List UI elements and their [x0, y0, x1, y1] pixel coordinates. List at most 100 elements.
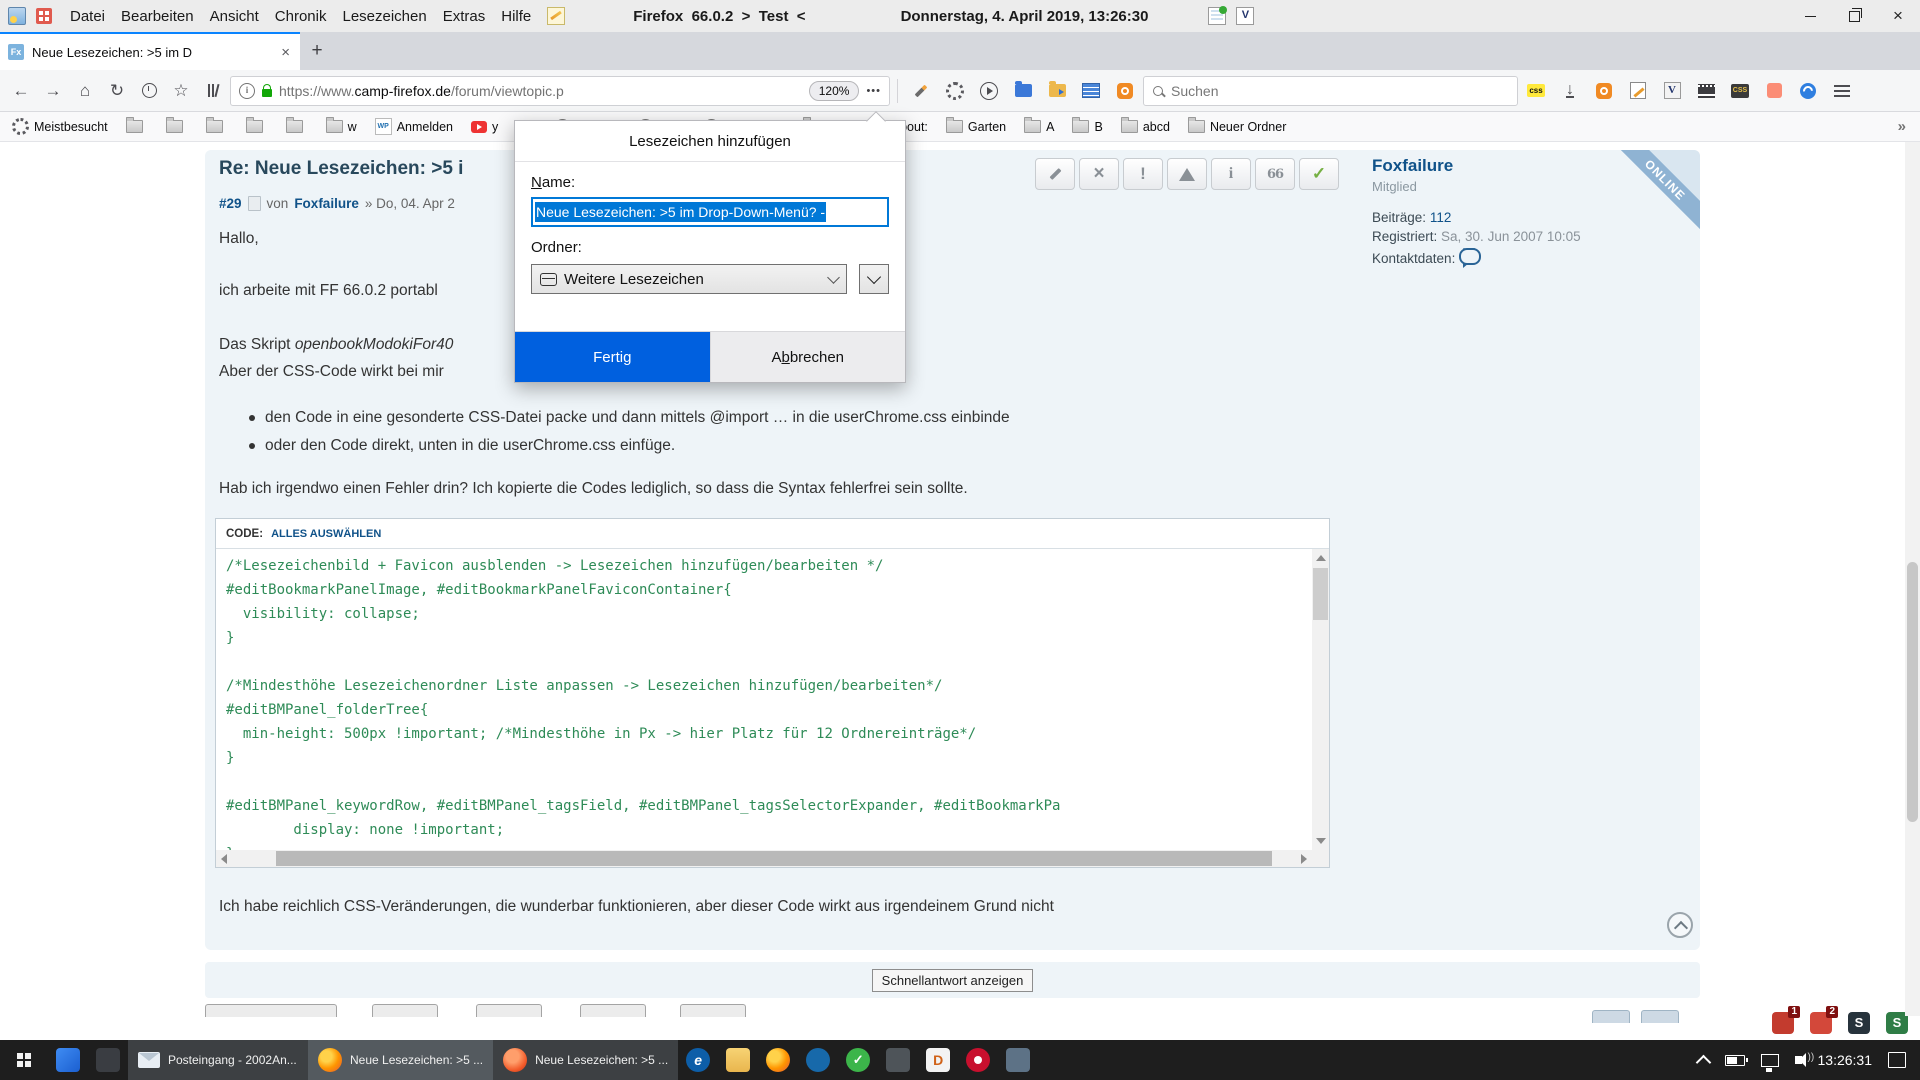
bookmarks-overflow-icon[interactable]: »: [1898, 118, 1906, 135]
bookmark-star-icon[interactable]: ☆: [166, 76, 196, 106]
url-bar[interactable]: i https://www.camp-firefox.de/forum/view…: [230, 76, 890, 106]
post-action-icon[interactable]: [1167, 158, 1207, 190]
network-icon[interactable]: [1761, 1054, 1779, 1067]
post-action-icon[interactable]: [1123, 158, 1163, 190]
home-icon[interactable]: ⌂: [70, 76, 100, 106]
menu-item[interactable]: Chronik: [267, 8, 335, 25]
cut-off-button[interactable]: [372, 1004, 438, 1017]
bookmark-item[interactable]: B: [1072, 120, 1102, 134]
taskbar-app-icon[interactable]: [998, 1040, 1038, 1080]
post-number-link[interactable]: #29: [219, 196, 242, 211]
taskbar-task-button[interactable]: Neue Lesezeichen: >5 ...: [493, 1040, 678, 1080]
cut-off-button[interactable]: [205, 1004, 337, 1017]
battery-icon[interactable]: [1725, 1055, 1745, 1066]
bookmark-item[interactable]: A: [1024, 120, 1054, 134]
script-addon-icon[interactable]: S: [1848, 1012, 1870, 1034]
taskbar-app-icon[interactable]: [48, 1040, 88, 1080]
bookmark-item[interactable]: [126, 120, 148, 133]
page-scrollbar[interactable]: [1905, 142, 1920, 1016]
code-horizontal-scrollbar[interactable]: [216, 850, 1312, 867]
restore-button[interactable]: [1832, 0, 1876, 32]
window-grid-icon[interactable]: [1075, 76, 1107, 106]
bookmark-item[interactable]: y: [471, 120, 498, 134]
play-circle-icon[interactable]: [973, 76, 1005, 106]
cut-off-button[interactable]: [680, 1004, 746, 1017]
post-action-icon[interactable]: [1079, 158, 1119, 190]
taskbar-app-icon[interactable]: [958, 1040, 998, 1080]
bookmark-item[interactable]: [286, 120, 308, 133]
history-icon[interactable]: [134, 76, 164, 106]
scrollbar-thumb[interactable]: [1313, 568, 1328, 620]
edit-note-icon[interactable]: [1622, 76, 1654, 106]
post-author-link[interactable]: Foxfailure: [294, 196, 359, 211]
cut-off-button[interactable]: [1641, 1010, 1679, 1023]
cut-off-button[interactable]: [1592, 1010, 1630, 1023]
active-tab[interactable]: Fx Neue Lesezeichen: >5 im D ×: [0, 32, 300, 70]
bookmark-item[interactable]: [166, 120, 188, 133]
page-info-icon[interactable]: i: [239, 83, 255, 99]
css-yellow-icon[interactable]: css: [1520, 76, 1552, 106]
taskbar-app-icon[interactable]: [758, 1040, 798, 1080]
v-addon-icon[interactable]: V: [1656, 76, 1688, 106]
v-icon[interactable]: V: [1236, 7, 1254, 25]
taskbar-app-icon[interactable]: [838, 1040, 878, 1080]
contact-message-icon[interactable]: [1459, 248, 1481, 265]
menu-hamburger-icon[interactable]: [1826, 76, 1858, 106]
back-icon[interactable]: ←: [6, 76, 36, 106]
forward-icon[interactable]: →: [38, 76, 68, 106]
adblock-icon[interactable]: 1: [1772, 1012, 1794, 1034]
taskbar-app-icon[interactable]: [918, 1040, 958, 1080]
post-action-icon[interactable]: [1211, 158, 1251, 190]
menu-item[interactable]: Bearbeiten: [113, 8, 202, 25]
taskbar-app-icon[interactable]: [718, 1040, 758, 1080]
notification-center-icon[interactable]: [1888, 1052, 1906, 1068]
table-check-icon[interactable]: [1208, 7, 1226, 25]
note-icon[interactable]: [1758, 76, 1790, 106]
blue-folder-icon[interactable]: [1007, 76, 1039, 106]
library-icon[interactable]: [198, 76, 228, 106]
shared-folder-icon[interactable]: [1041, 76, 1073, 106]
post-action-icon[interactable]: [1035, 158, 1075, 190]
menu-item[interactable]: Lesezeichen: [334, 8, 434, 25]
scrollbar-thumb[interactable]: [1907, 562, 1918, 822]
post-action-icon[interactable]: [1255, 158, 1295, 190]
speaker-icon[interactable]: [1795, 1056, 1802, 1064]
posts-count-link[interactable]: 112: [1430, 210, 1452, 225]
quick-reply-button[interactable]: Schnellantwort anzeigen: [872, 969, 1034, 992]
scroll-to-top-button[interactable]: [1667, 912, 1693, 938]
bookmark-item[interactable]: w: [326, 120, 357, 134]
new-tab-button[interactable]: +: [300, 32, 334, 70]
menu-item[interactable]: Datei: [62, 8, 113, 25]
start-button[interactable]: [0, 1040, 48, 1080]
bookmark-item[interactable]: Anmelden: [375, 118, 453, 135]
bookmark-name-input[interactable]: Neue Lesezeichen: >5 im Drop-Down-Menü? …: [531, 197, 889, 227]
select-all-link[interactable]: ALLES AUSWÄHLEN: [271, 528, 381, 540]
swirl-icon[interactable]: [1792, 76, 1824, 106]
scrollbar-thumb[interactable]: [276, 851, 1272, 866]
done-button[interactable]: Fertig: [515, 332, 710, 382]
download-icon[interactable]: ↓: [1554, 76, 1586, 106]
bookmark-item[interactable]: Garten: [946, 120, 1006, 134]
taskbar-clock[interactable]: 13:26:31: [1818, 1052, 1873, 1068]
code-content[interactable]: /*Lesezeichenbild + Favicon ausblenden -…: [216, 549, 1312, 850]
orange-search-icon[interactable]: [1588, 76, 1620, 106]
bookmark-item[interactable]: [206, 120, 228, 133]
folder-expand-button[interactable]: [859, 264, 889, 294]
profile-username-link[interactable]: Foxfailure: [1372, 156, 1581, 176]
menu-item[interactable]: Hilfe: [493, 8, 539, 25]
code-vertical-scrollbar[interactable]: [1312, 549, 1329, 850]
bookmark-item[interactable]: Meistbesucht: [12, 118, 108, 135]
blocker-icon[interactable]: 2: [1810, 1012, 1832, 1034]
menu-item[interactable]: Ansicht: [202, 8, 267, 25]
taskbar-task-button[interactable]: Neue Lesezeichen: >5 ...: [308, 1040, 493, 1080]
bookmark-item[interactable]: [246, 120, 268, 133]
minimize-button[interactable]: [1788, 0, 1832, 32]
cancel-button[interactable]: Abbrechen: [710, 332, 906, 382]
taskbar-app-icon[interactable]: [878, 1040, 918, 1080]
bookmark-item[interactable]: abcd: [1121, 120, 1170, 134]
taskbar-app-icon[interactable]: [88, 1040, 128, 1080]
film-icon[interactable]: [1690, 76, 1722, 106]
cut-off-button[interactable]: [476, 1004, 542, 1017]
css-dark-icon[interactable]: CSS: [1724, 76, 1756, 106]
tray-expand-icon[interactable]: [1695, 1054, 1711, 1070]
